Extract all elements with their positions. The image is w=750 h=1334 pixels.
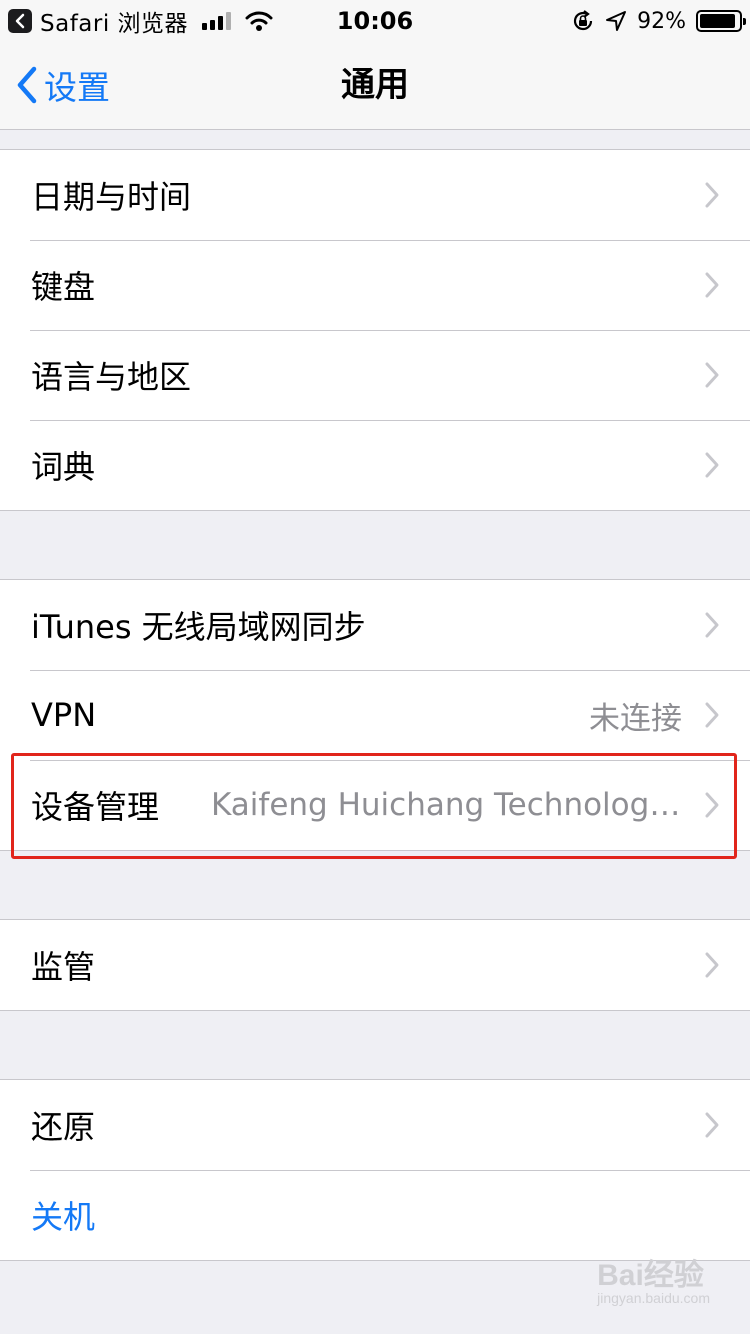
row-label: 词典 <box>31 448 96 486</box>
row-reset[interactable]: 还原 <box>0 1080 750 1170</box>
settings-group-1: 日期与时间 键盘 语言与地区 词典 <box>0 149 750 511</box>
row-vpn[interactable]: VPN 未连接 <box>0 670 750 760</box>
chevron-right-icon <box>705 1112 719 1138</box>
row-dictionary[interactable]: 词典 <box>0 420 750 510</box>
chevron-right-icon <box>705 182 719 208</box>
row-date-time[interactable]: 日期与时间 <box>0 150 750 240</box>
row-label: 还原 <box>31 1108 96 1146</box>
watermark-text: Bai经验 <box>597 1259 704 1292</box>
shutdown-button[interactable]: 关机 <box>31 1192 95 1238</box>
settings-group-4: 还原 关机 <box>0 1079 750 1261</box>
watermark: Bai经验 jingyan.baidu.com <box>597 1250 710 1306</box>
chevron-right-icon <box>705 612 719 638</box>
row-language-region[interactable]: 语言与地区 <box>0 330 750 420</box>
row-label: 语言与地区 <box>31 358 192 396</box>
row-keyboard[interactable]: 键盘 <box>0 240 750 330</box>
nav-bar: 设置 通用 <box>0 42 750 130</box>
chevron-right-icon <box>705 272 719 298</box>
row-label: 键盘 <box>31 268 96 306</box>
settings-group-3: 监管 <box>0 919 750 1011</box>
chevron-right-icon <box>705 702 719 728</box>
chevron-right-icon <box>705 452 719 478</box>
chevron-right-icon <box>705 952 719 978</box>
row-shutdown[interactable]: 关机 <box>0 1170 750 1260</box>
battery-fill <box>700 14 735 28</box>
battery-percent: 92% <box>637 8 686 34</box>
rotation-lock-icon <box>574 10 593 31</box>
location-icon <box>606 11 627 31</box>
row-label: 监管 <box>31 948 96 986</box>
row-label: 日期与时间 <box>31 178 192 216</box>
row-itunes-wifi-sync[interactable]: iTunes 无线局域网同步 <box>0 580 750 670</box>
row-label: VPN <box>31 696 97 734</box>
highlight-box <box>11 753 737 859</box>
row-supervision[interactable]: 监管 <box>0 920 750 1010</box>
row-label: iTunes 无线局域网同步 <box>31 608 366 646</box>
status-bar: Safari 浏览器 10:06 92% <box>0 0 750 42</box>
status-right: 92% <box>571 6 746 36</box>
watermark-subtext: jingyan.baidu.com <box>597 1290 710 1306</box>
page-title: 通用 <box>341 65 409 105</box>
chevron-right-icon <box>705 362 719 388</box>
row-value: 未连接 <box>589 700 682 737</box>
battery-icon <box>696 10 746 32</box>
